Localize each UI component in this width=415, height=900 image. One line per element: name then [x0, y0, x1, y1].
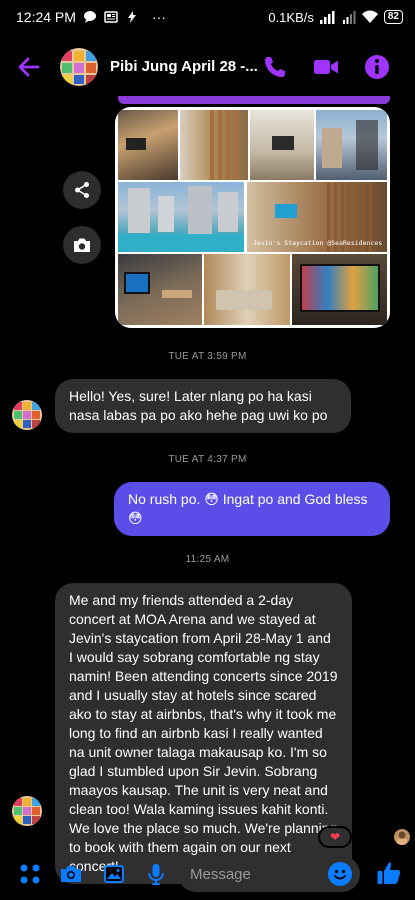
conversation-header: Pibi Jung April 28 -... — [0, 34, 415, 100]
collage-photo — [118, 182, 244, 252]
heart-icon: ❤ — [329, 830, 341, 844]
message-composer — [0, 850, 415, 900]
sender-avatar[interactable] — [12, 400, 42, 430]
video-call-icon[interactable] — [313, 54, 339, 80]
timestamp-divider: TUE AT 3:59 PM — [168, 351, 247, 362]
photo-collage[interactable]: Jevin's Staycation @SeaResidences — [115, 107, 390, 328]
camera-icon — [74, 238, 90, 252]
share-button[interactable] — [63, 171, 101, 209]
collage-photo — [204, 254, 290, 325]
news-notification-icon — [104, 11, 118, 23]
collage-photo — [118, 110, 178, 180]
seen-indicator-avatar — [394, 829, 410, 845]
collage-photo — [316, 110, 387, 180]
info-icon[interactable] — [364, 54, 390, 80]
status-bar: 12:24 PM ··· 0.1KB/s 82 — [0, 0, 415, 34]
signal-icon — [319, 11, 335, 24]
contact-name[interactable]: Pibi Jung April 28 -... — [110, 58, 258, 75]
signal-2-icon — [342, 11, 356, 24]
network-speed: 0.1KB/s — [268, 9, 314, 25]
collage-photo — [180, 110, 248, 180]
emoji-button[interactable] — [328, 862, 352, 886]
charging-icon — [127, 11, 136, 23]
incoming-message[interactable]: Hello! Yes, sure! Later nlang po ha kasi… — [55, 379, 351, 433]
collage-photo — [250, 110, 314, 180]
timestamp-divider: TUE AT 4:37 PM — [168, 454, 247, 465]
sender-avatar[interactable] — [12, 796, 42, 826]
apps-menu-icon[interactable] — [18, 862, 42, 886]
previous-message-edge — [118, 96, 390, 104]
outgoing-message[interactable]: No rush po. 😳 Ingat po and God bless 😳 — [114, 482, 390, 536]
microphone-icon[interactable] — [144, 862, 168, 886]
collage-photo: Jevin's Staycation @SeaResidences — [247, 182, 387, 252]
more-notifications-icon: ··· — [151, 9, 166, 25]
gallery-icon[interactable] — [102, 862, 126, 886]
heart-reaction[interactable]: ❤ — [318, 826, 352, 848]
smiley-icon — [334, 869, 346, 880]
collage-watermark: Jevin's Staycation @SeaResidences — [253, 239, 383, 247]
share-icon — [75, 182, 89, 198]
timestamp-divider: 11:25 AM — [185, 554, 230, 565]
thumbs-up-icon[interactable] — [376, 860, 402, 886]
wifi-icon — [361, 10, 378, 23]
incoming-message[interactable]: Me and my friends attended a 2-day conce… — [55, 583, 352, 884]
phone-call-icon[interactable] — [262, 54, 288, 80]
back-arrow-icon[interactable] — [16, 54, 42, 80]
collage-photo — [118, 254, 202, 325]
camera-icon[interactable] — [59, 862, 83, 886]
save-photo-button[interactable] — [63, 226, 101, 264]
status-time: 12:24 PM — [16, 9, 76, 25]
collage-photo — [292, 254, 387, 325]
battery-indicator: 82 — [383, 10, 403, 24]
contact-avatar[interactable] — [60, 48, 98, 86]
chat-notification-icon — [83, 11, 96, 23]
